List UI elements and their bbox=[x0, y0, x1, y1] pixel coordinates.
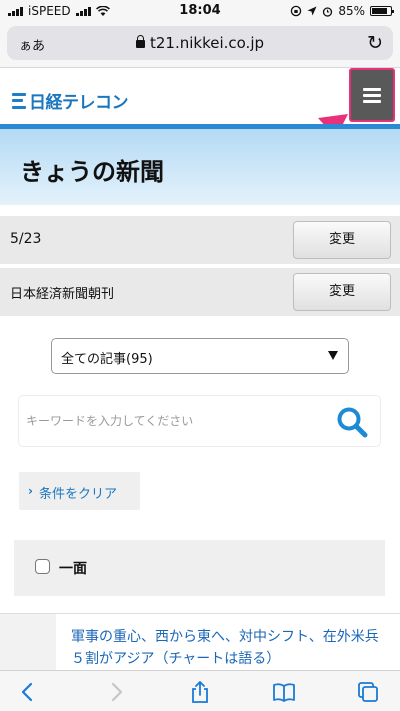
filter-selected-value: 全ての記事(95) bbox=[61, 352, 153, 367]
article-thumbnail bbox=[0, 614, 56, 670]
paper-row: 日本経済新聞朝刊 変更 bbox=[0, 268, 400, 316]
url-text[interactable]: t21.nikkei.co.jp bbox=[150, 34, 264, 52]
browser-toolbar bbox=[0, 670, 400, 711]
article-link[interactable]: 軍事の重心、西から東へ、対中シフト、在外米兵５割がアジア（チャートは語る） bbox=[71, 626, 391, 670]
date-label: 5/23 bbox=[10, 231, 42, 247]
lock-icon bbox=[135, 35, 145, 48]
article-divider bbox=[0, 613, 400, 614]
change-paper-button[interactable]: 変更 bbox=[293, 273, 391, 311]
search-input[interactable]: キーワードを入力してください bbox=[26, 412, 193, 429]
site-logo[interactable]: 日経テレコン bbox=[12, 88, 129, 113]
section-row: 一面 bbox=[14, 540, 385, 596]
address-bar[interactable]: ぁあ t21.nikkei.co.jp ↻ bbox=[7, 26, 393, 60]
back-icon[interactable] bbox=[16, 680, 40, 704]
menu-button[interactable] bbox=[349, 68, 395, 122]
hamburger-icon bbox=[363, 87, 381, 103]
battery-percent: 85% bbox=[338, 4, 365, 18]
paper-label: 日本経済新聞朝刊 bbox=[10, 287, 115, 302]
page-title: きょうの新聞 bbox=[20, 158, 164, 186]
alarm-icon bbox=[323, 6, 333, 17]
search-icon[interactable] bbox=[336, 406, 368, 438]
keyword-search-box: キーワードを入力してください bbox=[19, 396, 380, 446]
clear-conditions-label: 条件をクリア bbox=[39, 487, 118, 502]
logo-text: 日経テレコン bbox=[29, 93, 129, 113]
dropdown-arrow-icon bbox=[328, 351, 338, 360]
section-label: 一面 bbox=[59, 561, 87, 577]
logo-mark-icon bbox=[12, 92, 26, 109]
location-icon bbox=[307, 6, 317, 16]
orientation-lock-icon bbox=[291, 5, 302, 17]
bookmarks-icon[interactable] bbox=[272, 680, 296, 704]
browser-address-area: ぁあ t21.nikkei.co.jp ↻ bbox=[0, 22, 400, 68]
status-bar: iSPEED 18:04 85% bbox=[0, 0, 400, 22]
clear-conditions-button[interactable]: › 条件をクリア bbox=[19, 472, 140, 510]
reload-icon[interactable]: ↻ bbox=[367, 32, 383, 54]
article-filter-select[interactable]: 全ての記事(95) bbox=[51, 338, 349, 374]
battery-icon bbox=[370, 6, 394, 16]
forward-icon[interactable] bbox=[104, 680, 128, 704]
section-checkbox[interactable] bbox=[35, 559, 50, 574]
share-icon[interactable] bbox=[188, 680, 212, 704]
title-bar: きょうの新聞 bbox=[0, 129, 400, 205]
tabs-icon[interactable] bbox=[356, 680, 380, 704]
chevron-right-icon: › bbox=[28, 484, 33, 498]
change-date-button[interactable]: 変更 bbox=[293, 221, 391, 259]
date-row: 5/23 変更 bbox=[0, 216, 400, 264]
